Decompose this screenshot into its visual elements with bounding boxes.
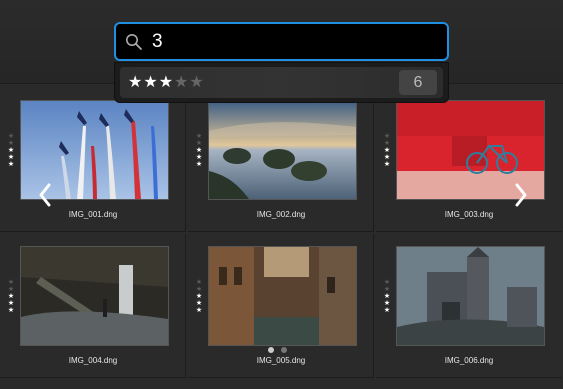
star-icon: ★ (383, 279, 391, 286)
star-icon: ★ (7, 300, 15, 307)
suggestion-star-rating: ★★★★★ (128, 72, 205, 92)
star-icon: ★ (195, 147, 203, 154)
photo-rating: ★ ★ ★ ★ ★ (195, 133, 203, 168)
star-icon: ★ (143, 74, 159, 91)
star-icon: ★ (7, 307, 15, 314)
page-indicator (268, 340, 294, 358)
star-icon: ★ (383, 154, 391, 161)
star-icon: ★ (195, 133, 203, 140)
photo-rating: ★ ★ ★ ★ ★ (383, 279, 391, 314)
star-icon: ★ (7, 293, 15, 300)
photo-thumbnail[interactable] (20, 246, 169, 346)
star-icon: ★ (383, 286, 391, 293)
search-input[interactable] (152, 30, 432, 54)
star-icon: ★ (7, 133, 15, 140)
photo-cell[interactable]: ★ ★ ★ ★ ★ IMG_006.dng (376, 234, 562, 378)
star-icon: ★ (195, 279, 203, 286)
star-icon: ★ (383, 140, 391, 147)
search-suggestions: ★★★★★ 6 (114, 62, 449, 103)
photo-cell[interactable]: ★ ★ ★ ★ ★ IMG_002.dng (188, 88, 374, 232)
photo-filename: IMG_004.dng (68, 356, 118, 365)
star-icon: ★ (7, 147, 15, 154)
match-count-badge: 6 (399, 70, 437, 95)
star-icon: ★ (195, 161, 203, 168)
star-icon: ★ (383, 293, 391, 300)
star-icon: ★ (383, 161, 391, 168)
suggestion-row-rating[interactable]: ★★★★★ 6 (120, 67, 443, 98)
photo-rating: ★ ★ ★ ★ ★ (195, 279, 203, 314)
photo-cell[interactable]: ★ ★ ★ ★ ★ IMG_004.dng (0, 234, 186, 378)
star-icon: ★ (195, 307, 203, 314)
star-icon: ★ (189, 74, 205, 91)
star-icon: ★ (383, 300, 391, 307)
search-box[interactable] (114, 22, 449, 61)
star-icon: ★ (7, 140, 15, 147)
photo-filename: IMG_003.dng (444, 210, 494, 219)
star-icon: ★ (7, 154, 15, 161)
photo-rating: ★ ★ ★ ★ ★ (383, 133, 391, 168)
photo-filename: IMG_002.dng (256, 210, 306, 219)
star-icon: ★ (7, 161, 15, 168)
star-icon: ★ (195, 140, 203, 147)
star-icon: ★ (195, 293, 203, 300)
photo-thumbnail[interactable] (396, 246, 545, 346)
star-icon: ★ (195, 300, 203, 307)
photo-thumbnail[interactable] (208, 100, 357, 200)
photo-cell[interactable]: ★ ★ ★ ★ ★ IMG_003.dng (376, 88, 562, 232)
star-icon: ★ (7, 286, 15, 293)
photo-filename: IMG_001.dng (68, 210, 118, 219)
chevron-right-icon[interactable] (513, 182, 529, 208)
chevron-left-icon[interactable] (37, 182, 53, 208)
star-icon: ★ (195, 286, 203, 293)
star-icon: ★ (174, 74, 190, 91)
star-icon: ★ (383, 147, 391, 154)
photo-filename: IMG_006.dng (444, 356, 494, 365)
star-icon: ★ (158, 74, 175, 91)
star-icon: ★ (383, 133, 391, 140)
photo-rating: ★ ★ ★ ★ ★ (7, 279, 15, 314)
page-dot[interactable] (281, 347, 287, 353)
search-icon (126, 34, 142, 50)
star-icon: ★ (195, 154, 203, 161)
star-icon: ★ (128, 74, 144, 91)
photo-rating: ★ ★ ★ ★ ★ (7, 133, 15, 168)
page-dot[interactable] (268, 347, 274, 353)
photo-thumbnail[interactable] (208, 246, 357, 346)
star-icon: ★ (7, 279, 15, 286)
star-icon: ★ (383, 307, 391, 314)
photo-cell[interactable]: ★ ★ ★ ★ ★ IMG_001.dng (0, 88, 186, 232)
